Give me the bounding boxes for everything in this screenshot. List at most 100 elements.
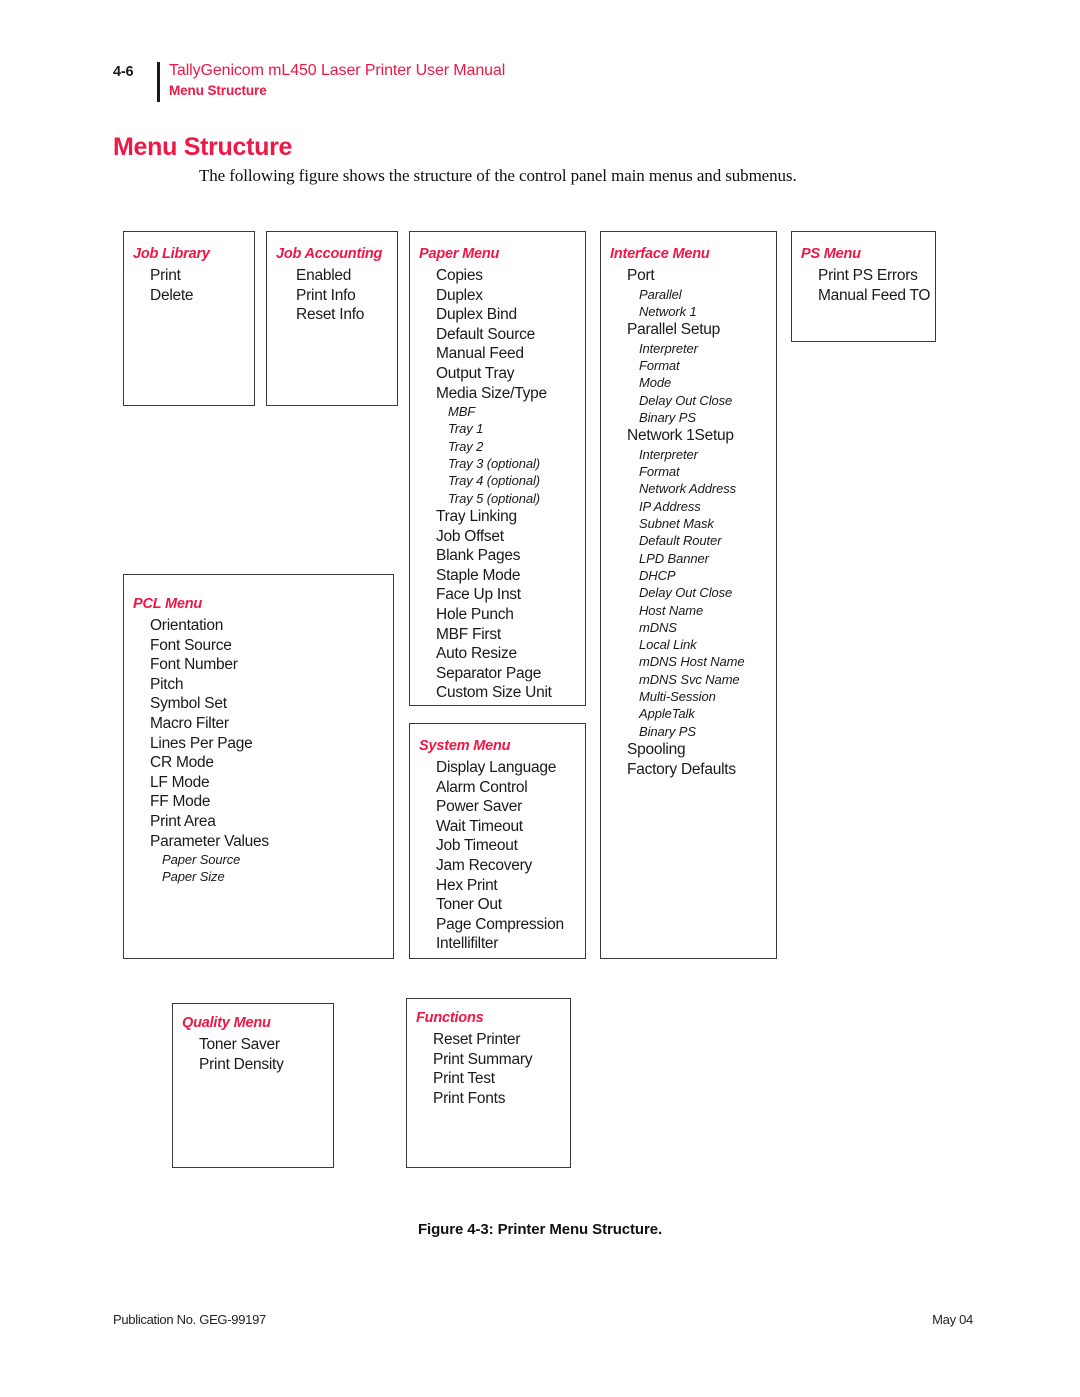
menu-item: Font Source (150, 636, 232, 654)
menu-item: Staple Mode (436, 566, 521, 584)
menu-item: Default Router (639, 533, 722, 549)
menu-item: Intellifilter (436, 935, 499, 953)
menu-item: mDNS Svc Name (639, 671, 740, 687)
menu-item: Copies (436, 267, 483, 284)
menu-item: Print Fonts (433, 1089, 506, 1107)
menu-item: Tray 4 (optional) (448, 473, 540, 489)
menu-item-list: Print Delete (150, 266, 194, 305)
menu-item: FF Mode (150, 793, 211, 811)
menu-item: Print Summary (433, 1050, 533, 1068)
menu-box-title: System Menu (419, 738, 511, 754)
menu-item: Job Timeout (436, 837, 518, 855)
menu-item: Lines Per Page (150, 734, 253, 752)
menu-item: Multi-Session (639, 689, 716, 705)
menu-box-functions: Functions Reset Printer Print Summary Prin… (406, 998, 571, 1168)
menu-item: Enabled (296, 267, 352, 284)
menu-box-job-library: Job Library Print Delete (123, 231, 255, 406)
menu-item: Reset Info (296, 306, 365, 324)
menu-item: Output Tray (436, 364, 515, 382)
menu-item: DHCP (639, 567, 676, 583)
menu-item: Orientation (150, 617, 224, 634)
menu-item: Jam Recovery (436, 856, 533, 874)
menu-item-list: Print PS Errors Manual Feed TO (818, 266, 931, 305)
menu-item-list: Copies Duplex Duplex Bind Default Source Man… (436, 266, 552, 703)
menu-box-title: Quality Menu (182, 1015, 271, 1031)
menu-item: Wait Timeout (436, 817, 523, 835)
menu-item: Network Address (639, 481, 736, 497)
menu-item: Macro Filter (150, 714, 229, 732)
menu-item: Page Compression (436, 915, 564, 933)
menu-box-pcl-menu: PCL Menu Orientation Font Source Font Numb… (123, 574, 394, 959)
menu-item: Font Number (150, 656, 238, 674)
menu-box-title: PCL Menu (133, 596, 203, 612)
menu-item-list: Enabled Print Info Reset Info (296, 266, 364, 325)
menu-item: Default Source (436, 325, 536, 343)
menu-item: Manual Feed (436, 345, 524, 363)
menu-item: Custom Size Unit (436, 684, 552, 702)
menu-item: Delay Out Close (639, 585, 733, 601)
figure-caption: Figure 4-3: Printer Menu Structure. (417, 1221, 663, 1238)
menu-item: Parallel Setup (627, 321, 721, 339)
menu-item: Mode (639, 375, 672, 391)
menu-box-ps-menu: PS Menu Print PS Errors Manual Feed TO (791, 231, 936, 342)
menu-item: Alarm Control (436, 778, 528, 796)
menu-item: Tray 3 (optional) (448, 456, 540, 472)
menu-item: Subnet Mask (639, 516, 714, 532)
menu-item: Delete (150, 286, 194, 304)
menu-item: Factory Defaults (627, 760, 736, 778)
menu-box-job-accounting: Job Accounting Enabled Print Info Reset In… (266, 231, 398, 406)
menu-item: Duplex (436, 286, 483, 304)
menu-item: Face Up Inst (436, 586, 521, 604)
menu-item: Paper Size (162, 869, 225, 885)
menu-item: Interpreter (639, 340, 698, 356)
menu-item: Display Language (436, 759, 557, 776)
menu-item: Tray 2 (448, 438, 484, 454)
menu-item: Host Name (639, 602, 704, 618)
menu-item: Tray Linking (436, 507, 517, 525)
menu-item: Port (627, 267, 655, 284)
menu-box-title: PS Menu (801, 246, 861, 262)
menu-item: Pitch (150, 675, 184, 693)
footer-publication-number: Publication No. GEG-99197 (113, 1312, 266, 1327)
menu-item: MBF First (436, 625, 501, 643)
menu-item: Parameter Values (150, 832, 269, 850)
menu-item: Separator Page (436, 664, 542, 682)
menu-item: Hole Punch (436, 605, 514, 623)
menu-item: AppleTalk (639, 706, 695, 722)
menu-item: CR Mode (150, 754, 214, 772)
menu-item: Network 1 (639, 303, 697, 319)
menu-item: Symbol Set (150, 695, 227, 713)
menu-item: Binary PS (639, 723, 696, 739)
menu-item: Duplex Bind (436, 306, 517, 324)
menu-item: Tray 1 (448, 421, 484, 437)
menu-box-title: Paper Menu (419, 246, 500, 262)
menu-item-list: Display Language Alarm Control Power Saver… (436, 758, 564, 954)
menu-item-list: Toner Saver Print Density (199, 1035, 284, 1074)
menu-box-system-menu: System Menu Display Language Alarm Contro… (409, 723, 586, 959)
menu-item-list: Port Parallel Network 1 Parallel Setup Inter… (627, 266, 745, 779)
menu-item: IP Address (639, 498, 701, 514)
printer-menu-structure-diagram: Job Library Print Delete Job Accounting E… (0, 0, 1080, 1397)
menu-box-title: Functions (416, 1010, 484, 1026)
menu-item: Binary PS (639, 409, 696, 425)
menu-item: Interpreter (639, 446, 698, 462)
menu-item: Local Link (639, 637, 697, 653)
menu-item: mDNS Host Name (639, 654, 745, 670)
menu-item-list: Orientation Font Source Font Number Pitch Sy… (150, 616, 269, 886)
menu-item: Print Area (150, 812, 216, 830)
menu-box-quality-menu: Quality Menu Toner Saver Print Density (172, 1003, 334, 1168)
menu-item: Blank Pages (436, 547, 521, 565)
menu-box-title: Job Library (133, 246, 210, 262)
menu-item: Print Test (433, 1070, 495, 1088)
menu-item: Format (639, 358, 680, 374)
menu-item: Parallel (639, 286, 682, 302)
menu-box-title: Job Accounting (276, 246, 383, 262)
menu-item-list: Reset Printer Print Summary Print Test Prin… (433, 1030, 533, 1108)
menu-item: Hex Print (436, 876, 498, 894)
menu-box-paper-menu: Paper Menu Copies Duplex Duplex Bind Defaul… (409, 231, 586, 706)
menu-item: Print (150, 267, 181, 284)
menu-item: Format (639, 464, 680, 480)
menu-item: Power Saver (436, 798, 522, 816)
menu-item: Reset Printer (433, 1031, 521, 1048)
menu-item: LF Mode (150, 773, 210, 791)
